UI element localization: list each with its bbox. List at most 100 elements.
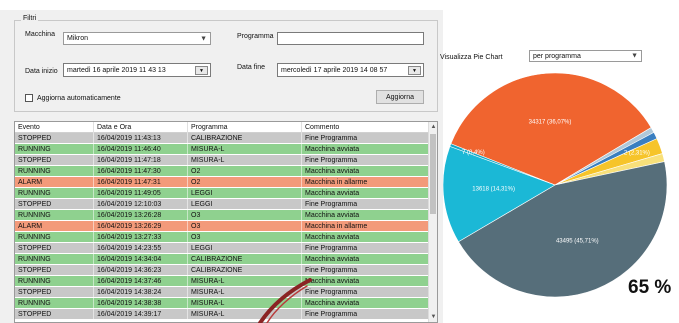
data-inizio-picker[interactable]: martedì 16 aprile 2019 11 43 13 ▼: [63, 63, 211, 77]
cell-evento: RUNNING: [15, 298, 94, 309]
scroll-up-icon[interactable]: ▲: [429, 122, 437, 132]
table-row[interactable]: STOPPED 16/04/2019 14:39:17 MISURA-L Fine P…: [15, 309, 430, 320]
cell-commento: Macchina in allarme: [302, 221, 430, 232]
table-row[interactable]: STOPPED 16/04/2019 14:38:24 MISURA-L Fine P…: [15, 287, 430, 298]
cell-commento: Fine Programma: [302, 309, 430, 320]
table-row[interactable]: STOPPED 16/04/2019 11:43:13 CALIBRAZIONE Fi…: [15, 133, 430, 144]
table-row[interactable]: STOPPED 16/04/2019 11:47:18 MISURA-L Fine P…: [15, 155, 430, 166]
table-row[interactable]: RUNNING 16/04/2019 11:49:05 LEGGI Macchina …: [15, 188, 430, 199]
pie-slice-label: 2 (2,31%): [624, 151, 650, 157]
cell-commento: Fine Programma: [302, 243, 430, 254]
column-header-evento[interactable]: Evento: [15, 122, 94, 133]
cell-commento: Macchina avviata: [302, 188, 430, 199]
data-fine-value: mercoledì 17 aprile 2019 14 08 57: [281, 66, 388, 74]
pie-chart: 34317 (36,07%) 2 (2,31%) 43495 (45,71%) 136…: [443, 72, 668, 298]
cell-data: 16/04/2019 14:39:17: [94, 309, 188, 320]
cell-data: 16/04/2019 11:47:18: [94, 155, 188, 166]
cell-programma: CALIBRAZIONE: [188, 265, 302, 276]
cell-evento: STOPPED: [15, 155, 94, 166]
scroll-down-icon[interactable]: ▼: [429, 312, 437, 322]
table-row[interactable]: STOPPED 16/04/2019 14:23:55 LEGGI Fine Prog…: [15, 243, 430, 254]
data-fine-picker[interactable]: mercoledì 17 aprile 2019 14 08 57 ▼: [277, 63, 424, 77]
cell-programma: CALIBRAZIONE: [188, 133, 302, 144]
auto-update-label: Aggiorna automaticamente: [37, 94, 121, 102]
cell-programma: O3: [188, 232, 302, 243]
grid-header: Evento Data e Ora Programma Commento: [15, 122, 430, 133]
cell-commento: Macchina avviata: [302, 166, 430, 177]
cell-evento: STOPPED: [15, 287, 94, 298]
table-row[interactable]: RUNNING 16/04/2019 14:38:38 MISURA-L Macchi…: [15, 298, 430, 309]
cell-data: 16/04/2019 11:49:05: [94, 188, 188, 199]
table-row[interactable]: RUNNING 16/04/2019 13:26:28 O3 Macchina avv…: [15, 210, 430, 221]
cell-evento: RUNNING: [15, 144, 94, 155]
programma-input[interactable]: [277, 32, 424, 45]
checkbox-box[interactable]: [25, 94, 33, 102]
cell-evento: RUNNING: [15, 276, 94, 287]
overlay-percent: 65 %: [628, 277, 672, 298]
cell-commento: Macchina avviata: [302, 254, 430, 265]
calendar-icon[interactable]: ▼: [195, 66, 208, 75]
cell-evento: RUNNING: [15, 188, 94, 199]
left-panel: Filtri Macchina Mikron ▼ Programma Data …: [0, 10, 443, 323]
cell-evento: RUNNING: [15, 254, 94, 265]
right-panel: Visualizza Pie Chart per programma ▼ 343…: [440, 0, 679, 323]
column-header-data[interactable]: Data e Ora: [94, 122, 188, 133]
cell-data: 16/04/2019 13:26:28: [94, 210, 188, 221]
chevron-down-icon: ▼: [200, 35, 207, 42]
cell-programma: O3: [188, 221, 302, 232]
data-inizio-value: martedì 16 aprile 2019 11 43 13: [67, 66, 166, 74]
table-row[interactable]: ALARM 16/04/2019 13:26:29 O3 Macchina in al…: [15, 221, 430, 232]
auto-update-checkbox[interactable]: Aggiorna automaticamente: [25, 94, 121, 102]
cell-evento: RUNNING: [15, 210, 94, 221]
cell-data: 16/04/2019 14:38:24: [94, 287, 188, 298]
cell-evento: STOPPED: [15, 243, 94, 254]
table-row[interactable]: STOPPED 16/04/2019 12:10:03 LEGGI Fine Prog…: [15, 199, 430, 210]
table-row[interactable]: RUNNING 16/04/2019 14:37:46 MISURA-L Macchi…: [15, 276, 430, 287]
pen-stroke-decoration: [258, 278, 312, 323]
pie-slice-label: 13618 (14,31%): [472, 186, 515, 192]
calendar-icon[interactable]: ▼: [408, 66, 421, 75]
cell-evento: RUNNING: [15, 232, 94, 243]
macchina-value: Mikron: [67, 35, 89, 42]
cell-data: 16/04/2019 14:23:55: [94, 243, 188, 254]
cell-commento: Macchina avviata: [302, 210, 430, 221]
cell-data: 16/04/2019 11:43:13: [94, 133, 188, 144]
table-row[interactable]: RUNNING 16/04/2019 14:34:04 CALIBRAZIONE Ma…: [15, 254, 430, 265]
table-row[interactable]: STOPPED 16/04/2019 14:36:23 CALIBRAZIONE Fi…: [15, 265, 430, 276]
column-header-programma[interactable]: Programma: [188, 122, 302, 133]
filters-groupbox: Filtri Macchina Mikron ▼ Programma Data …: [14, 15, 438, 112]
cell-commento: Fine Programma: [302, 155, 430, 166]
cell-data: 16/04/2019 14:36:23: [94, 265, 188, 276]
cell-commento: Macchina avviata: [302, 276, 430, 287]
scroll-thumb[interactable]: [430, 134, 436, 214]
cell-commento: Fine Programma: [302, 133, 430, 144]
grid-scrollbar[interactable]: ▲ ▼: [428, 122, 437, 322]
table-row[interactable]: RUNNING 16/04/2019 11:46:40 MISURA-L Macchi…: [15, 144, 430, 155]
cell-programma: O3: [188, 210, 302, 221]
cell-evento: ALARM: [15, 177, 94, 188]
table-row[interactable]: RUNNING 16/04/2019 11:47:30 O2 Macchina avv…: [15, 166, 430, 177]
cell-data: 16/04/2019 14:34:04: [94, 254, 188, 265]
cell-programma: CALIBRAZIONE: [188, 254, 302, 265]
cell-programma: O2: [188, 177, 302, 188]
cell-data: 16/04/2019 13:27:33: [94, 232, 188, 243]
cell-data: 16/04/2019 12:10:03: [94, 199, 188, 210]
table-row[interactable]: RUNNING 16/04/2019 13:27:33 O3 Macchina avv…: [15, 232, 430, 243]
column-header-commento[interactable]: Commento: [302, 122, 430, 133]
cell-data: 16/04/2019 14:37:46: [94, 276, 188, 287]
application-window: Filtri Macchina Mikron ▼ Programma Data …: [0, 0, 679, 323]
refresh-button[interactable]: Aggiorna: [376, 90, 424, 104]
macchina-combo[interactable]: Mikron ▼: [63, 32, 211, 45]
cell-programma: O2: [188, 166, 302, 177]
cell-commento: Macchina in allarme: [302, 177, 430, 188]
cell-evento: STOPPED: [15, 133, 94, 144]
cell-evento: STOPPED: [15, 309, 94, 320]
table-row[interactable]: ALARM 16/04/2019 11:47:31 O2 Macchina in al…: [15, 177, 430, 188]
cell-data: 16/04/2019 13:26:29: [94, 221, 188, 232]
cell-evento: ALARM: [15, 221, 94, 232]
cell-commento: Fine Programma: [302, 265, 430, 276]
macchina-label: Macchina: [25, 31, 55, 38]
cell-programma: LEGGI: [188, 243, 302, 254]
cell-evento: RUNNING: [15, 166, 94, 177]
events-grid[interactable]: Evento Data e Ora Programma Commento STO…: [14, 121, 438, 323]
